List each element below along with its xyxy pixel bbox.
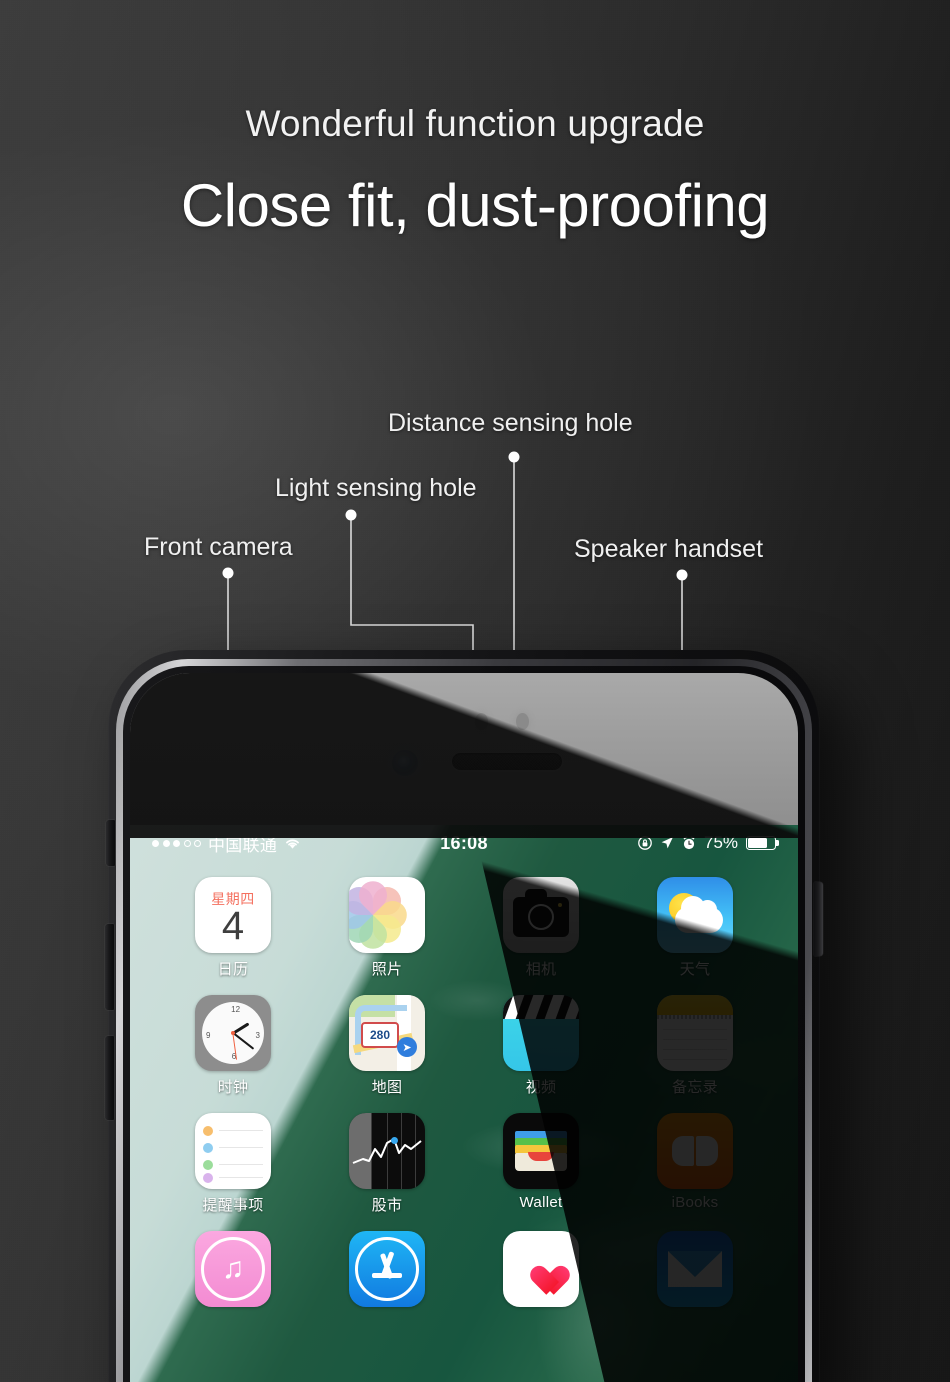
app-icon-ibooks[interactable]: iBooks bbox=[652, 1113, 738, 1215]
app-label: 备忘录 bbox=[672, 1079, 718, 1096]
alarm-clock-icon bbox=[683, 836, 695, 850]
app-icon-clock[interactable]: 12 3 6 9 时钟 bbox=[190, 995, 276, 1097]
weather-icon bbox=[657, 877, 733, 953]
phone-screen: 中国联通 16:08 75% 星期四 4 日历 照片 相机 天气 12 3 6 … bbox=[130, 825, 798, 1382]
app-icon-stocks[interactable]: 股市 bbox=[344, 1113, 430, 1215]
callout-label-front-camera: Front camera bbox=[144, 533, 293, 561]
volume-down-button[interactable] bbox=[105, 1036, 114, 1120]
product-marketing-image: Wonderful function upgrade Close fit, du… bbox=[0, 0, 950, 1382]
app-icon-mail[interactable] bbox=[652, 1231, 738, 1307]
app-icon-appstore[interactable] bbox=[344, 1231, 430, 1307]
phone-glass-face: 中国联通 16:08 75% 星期四 4 日历 照片 相机 天气 12 3 6 … bbox=[130, 673, 798, 1382]
leader-dot-distance-sensing bbox=[508, 451, 520, 463]
calendar-day-number: 4 bbox=[221, 903, 245, 948]
calendar-icon: 星期四 4 bbox=[195, 877, 271, 953]
leader-dot-speaker-handset bbox=[676, 569, 688, 581]
app-icon-weather[interactable]: 天气 bbox=[652, 877, 738, 979]
app-label: iBooks bbox=[671, 1194, 719, 1211]
clock-icon: 12 3 6 9 bbox=[195, 995, 271, 1071]
distance-sensor-hole bbox=[516, 713, 529, 730]
volume-up-button[interactable] bbox=[105, 924, 114, 1010]
app-icon-music[interactable]: ♫ bbox=[190, 1231, 276, 1307]
app-label: 提醒事项 bbox=[202, 1197, 264, 1214]
battery-percentage: 75% bbox=[703, 833, 739, 852]
maps-compass-badge: ➤ bbox=[397, 1037, 417, 1057]
app-icon-videos[interactable]: 视频 bbox=[498, 995, 584, 1097]
app-label: 时钟 bbox=[217, 1079, 249, 1096]
app-icon-calendar[interactable]: 星期四 4 日历 bbox=[190, 877, 276, 979]
mail-icon bbox=[657, 1231, 733, 1307]
photos-icon bbox=[349, 877, 425, 953]
reminders-icon bbox=[195, 1113, 271, 1189]
mute-switch[interactable] bbox=[106, 820, 115, 866]
app-label: 日历 bbox=[217, 961, 249, 978]
light-sensor-hole bbox=[475, 713, 488, 730]
status-bar-time: 16:08 bbox=[440, 832, 488, 853]
location-arrow-icon bbox=[661, 837, 673, 849]
appstore-icon bbox=[349, 1231, 425, 1307]
leader-dot-light-sensing bbox=[345, 509, 357, 521]
maps-icon: 280 ➤ bbox=[349, 995, 425, 1071]
rotation-lock-icon bbox=[638, 836, 652, 850]
app-label: 相机 bbox=[525, 961, 557, 978]
app-label: 地图 bbox=[371, 1079, 403, 1096]
headline-block: Wonderful function upgrade Close fit, du… bbox=[0, 103, 950, 239]
app-label: Wallet bbox=[519, 1194, 563, 1211]
health-icon bbox=[503, 1231, 579, 1307]
leader-dot-front-camera bbox=[222, 567, 234, 579]
power-button[interactable] bbox=[814, 882, 823, 956]
notes-icon bbox=[657, 995, 733, 1071]
earpiece-speaker bbox=[452, 753, 562, 770]
wallet-icon bbox=[503, 1113, 579, 1189]
maps-route-number: 280 bbox=[361, 1022, 399, 1048]
camera-icon bbox=[503, 877, 579, 953]
app-icon-maps[interactable]: 280 ➤ 地图 bbox=[344, 995, 430, 1097]
wifi-icon bbox=[286, 839, 300, 849]
callout-label-speaker-handset: Speaker handset bbox=[574, 535, 764, 563]
battery-icon bbox=[746, 836, 779, 850]
ibooks-icon bbox=[657, 1113, 733, 1189]
headline-subtitle: Wonderful function upgrade bbox=[245, 103, 705, 144]
music-icon: ♫ bbox=[195, 1231, 271, 1307]
callout-label-light-sensing: Light sensing hole bbox=[275, 474, 477, 502]
app-icon-camera[interactable]: 相机 bbox=[498, 877, 584, 979]
app-label: 股市 bbox=[371, 1197, 403, 1214]
iphone-device: 中国联通 16:08 75% 星期四 4 日历 照片 相机 天气 12 3 6 … bbox=[105, 650, 823, 1382]
app-icon-notes[interactable]: 备忘录 bbox=[652, 995, 738, 1097]
front-camera-lens-inner bbox=[398, 756, 412, 770]
signal-strength-icon bbox=[152, 839, 201, 847]
app-icon-health[interactable] bbox=[498, 1231, 584, 1307]
stocks-icon bbox=[349, 1113, 425, 1189]
app-icon-photos[interactable]: 照片 bbox=[344, 877, 430, 979]
app-icon-wallet[interactable]: Wallet bbox=[498, 1113, 584, 1215]
home-screen-app-grid: 星期四 4 日历 照片 相机 天气 12 3 6 9 时钟 280 ➤ 地图 视… bbox=[130, 861, 798, 1307]
headline-title: Close fit, dust-proofing bbox=[180, 171, 770, 239]
videos-icon bbox=[503, 995, 579, 1071]
callout-label-distance-sensing: Distance sensing hole bbox=[388, 409, 633, 437]
app-label: 视频 bbox=[525, 1079, 557, 1096]
app-label: 照片 bbox=[371, 961, 403, 978]
carrier-name: 中国联通 bbox=[208, 835, 278, 855]
app-icon-reminders[interactable]: 提醒事项 bbox=[190, 1113, 276, 1215]
ios-status-bar: 中国联通 16:08 75% bbox=[130, 825, 798, 861]
app-label: 天气 bbox=[679, 961, 711, 978]
phone-top-bezel bbox=[130, 673, 798, 825]
